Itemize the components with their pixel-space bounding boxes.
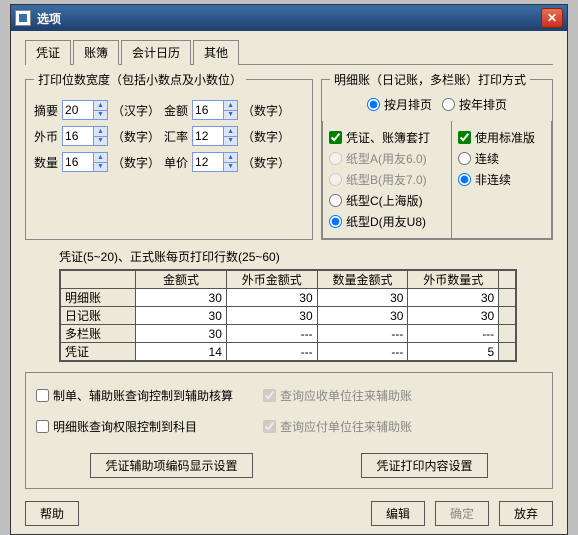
- close-icon[interactable]: ✕: [541, 8, 563, 28]
- table-cell[interactable]: ---: [317, 343, 408, 362]
- spin-2-b[interactable]: ▲▼: [192, 152, 238, 172]
- window-icon: [15, 10, 31, 26]
- spin-1-b[interactable]: ▲▼: [192, 126, 238, 146]
- spin-0-b[interactable]: ▲▼: [192, 100, 238, 120]
- radio-noncontinuous[interactable]: 非连续: [458, 171, 545, 188]
- table-cell[interactable]: ---: [317, 325, 408, 343]
- row-header: 凭证: [60, 343, 136, 362]
- table-cell[interactable]: 30: [317, 307, 408, 325]
- chk-taoda[interactable]: 凭证、账簿套打: [329, 129, 445, 146]
- chevron-up-icon: ▲: [93, 153, 107, 163]
- col-header: 外币数量式: [408, 270, 499, 289]
- table-title: 凭证(5~20)、正式账每页打印行数(25~60): [59, 248, 553, 265]
- chevron-down-icon: ▼: [223, 111, 237, 120]
- window-title: 选项: [37, 10, 541, 27]
- chk-detail-perm[interactable]: 明细账查询权限控制到科目: [36, 418, 233, 435]
- tab-calendar[interactable]: 会计日历: [121, 40, 191, 65]
- cancel-button[interactable]: 放弃: [499, 501, 553, 526]
- lbl: 外币: [34, 128, 58, 145]
- col-header: 外币金额式: [226, 270, 317, 289]
- chevron-up-icon: ▲: [223, 101, 237, 111]
- row-header: 明细账: [60, 289, 136, 307]
- col-header: [499, 270, 516, 289]
- table-cell[interactable]: 14: [136, 343, 227, 362]
- chevron-up-icon: ▲: [223, 127, 237, 137]
- table-cell[interactable]: ---: [226, 325, 317, 343]
- btn-print-content[interactable]: 凭证打印内容设置: [361, 453, 487, 478]
- spin-0-a[interactable]: ▲▼: [62, 100, 108, 120]
- rows-table: 金额式外币金额式数量金额式外币数量式 明细账30303030日记账3030303…: [59, 269, 517, 362]
- spin-1-a[interactable]: ▲▼: [62, 126, 108, 146]
- chevron-down-icon: ▼: [93, 111, 107, 120]
- print-width-legend: 打印位数宽度（包括小数点及小数位）: [34, 71, 246, 88]
- tab-ledger[interactable]: 账簿: [73, 40, 119, 65]
- table-cell[interactable]: 5: [408, 343, 499, 362]
- table-cell[interactable]: 30: [136, 289, 227, 307]
- row-header: 日记账: [60, 307, 136, 325]
- lbl: 摘要: [34, 102, 58, 119]
- table-cell[interactable]: 30: [408, 307, 499, 325]
- tab-strip: 凭证 账簿 会计日历 其他: [25, 39, 553, 65]
- radio-by-month[interactable]: 按月排页: [367, 96, 432, 113]
- col-header: 金额式: [136, 270, 227, 289]
- radio-paper-b: 纸型B(用友7.0): [329, 171, 445, 188]
- radio-paper-a: 纸型A(用友6.0): [329, 150, 445, 167]
- chevron-up-icon: ▲: [93, 101, 107, 111]
- table-cell[interactable]: 30: [317, 289, 408, 307]
- table-cell[interactable]: 30: [136, 307, 227, 325]
- row-header: 多栏账: [60, 325, 136, 343]
- chevron-down-icon: ▼: [93, 137, 107, 146]
- radio-paper-c[interactable]: 纸型C(上海版): [329, 192, 445, 209]
- table-cell[interactable]: 30: [136, 325, 227, 343]
- help-button[interactable]: 帮助: [25, 501, 79, 526]
- table-cell[interactable]: ---: [408, 325, 499, 343]
- spin-2-a[interactable]: ▲▼: [62, 152, 108, 172]
- chevron-down-icon: ▼: [93, 163, 107, 172]
- chk-standard[interactable]: 使用标准版: [458, 129, 545, 146]
- table-cell[interactable]: 30: [226, 307, 317, 325]
- chk-ar-aux: 查询应收单位往来辅助账: [263, 387, 412, 404]
- chevron-up-icon: ▲: [93, 127, 107, 137]
- table-cell[interactable]: 30: [226, 289, 317, 307]
- ok-button: 确定: [435, 501, 489, 526]
- lbl: 数量: [34, 154, 58, 171]
- chevron-down-icon: ▼: [223, 163, 237, 172]
- chevron-down-icon: ▼: [223, 137, 237, 146]
- detail-print-group: 明细账（日记账，多栏账）打印方式 按月排页 按年排页 凭证、账簿套打 纸型A(用…: [321, 71, 553, 240]
- tab-voucher[interactable]: 凭证: [25, 40, 71, 65]
- print-width-group: 打印位数宽度（包括小数点及小数位） 摘要▲▼（汉字）金额▲▼（数字）外币▲▼（数…: [25, 71, 313, 240]
- detail-print-legend: 明细账（日记账，多栏账）打印方式: [330, 71, 530, 88]
- chk-aux-query[interactable]: 制单、辅助账查询控制到辅助核算: [36, 387, 233, 404]
- col-header: 数量金额式: [317, 270, 408, 289]
- chk-ap-aux: 查询应付单位往来辅助账: [263, 418, 412, 435]
- edit-button[interactable]: 编辑: [371, 501, 425, 526]
- chevron-up-icon: ▲: [223, 153, 237, 163]
- table-cell[interactable]: 30: [408, 289, 499, 307]
- query-panel: 制单、辅助账查询控制到辅助核算 明细账查询权限控制到科目 查询应收单位往来辅助账…: [25, 372, 553, 489]
- btn-aux-code-display[interactable]: 凭证辅助项编码显示设置: [90, 453, 252, 478]
- tab-other[interactable]: 其他: [193, 40, 239, 65]
- col-header: [60, 270, 136, 289]
- table-cell[interactable]: ---: [226, 343, 317, 362]
- radio-paper-d[interactable]: 纸型D(用友U8): [329, 213, 445, 230]
- radio-continuous[interactable]: 连续: [458, 150, 545, 167]
- radio-by-year[interactable]: 按年排页: [442, 96, 507, 113]
